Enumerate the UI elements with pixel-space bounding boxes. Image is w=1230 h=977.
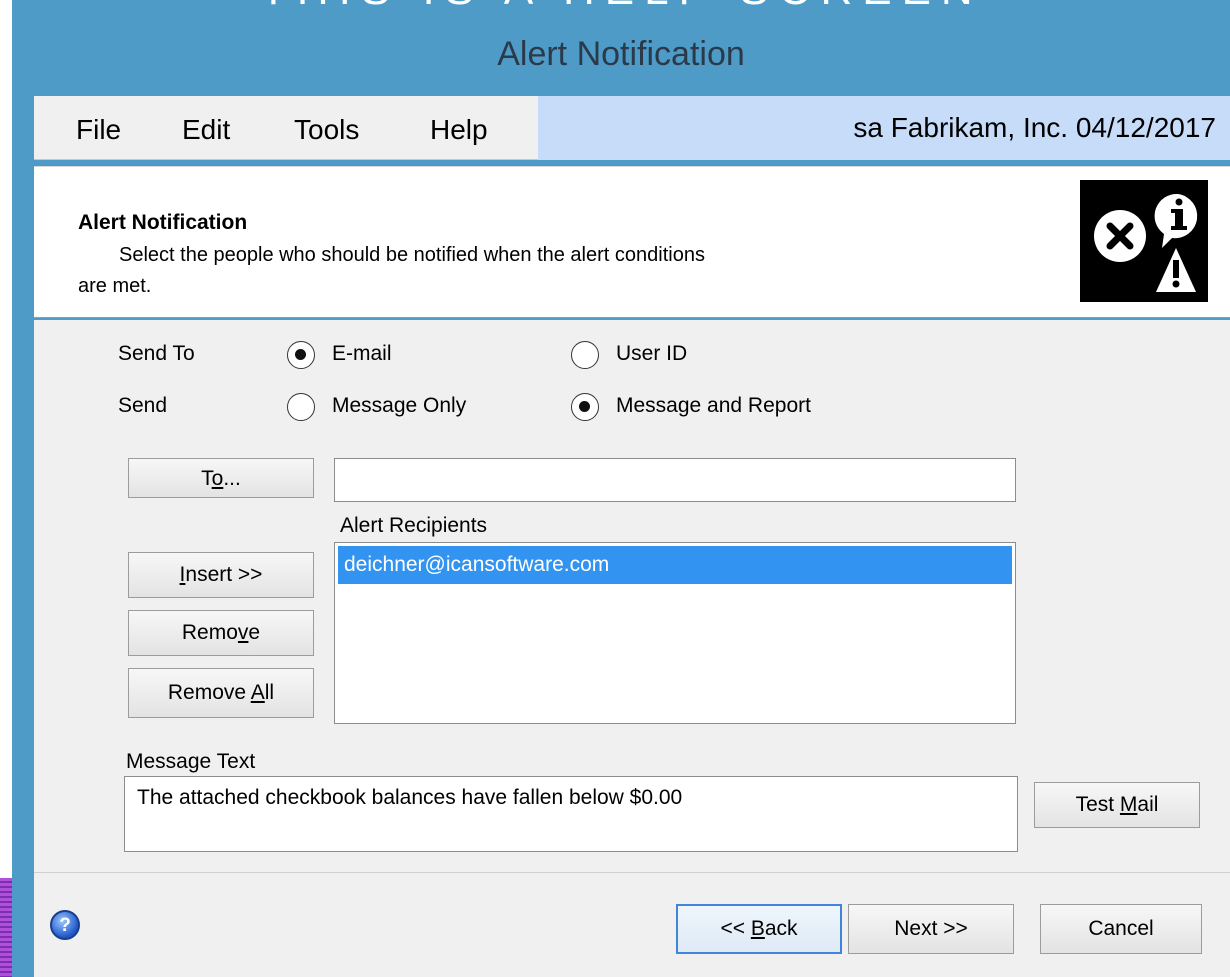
email-radio[interactable]: [287, 341, 315, 369]
message-text-field[interactable]: The attached checkbook balances have fal…: [124, 776, 1018, 852]
user-company-date: sa Fabrikam, Inc. 04/12/2017: [853, 112, 1216, 143]
header-description: Select the people who should be notified…: [78, 240, 878, 308]
message-only-radio[interactable]: [287, 393, 315, 421]
header-description-line2: are met.: [78, 275, 152, 297]
remove-button[interactable]: Remove: [128, 610, 314, 656]
next-button[interactable]: Next >>: [848, 904, 1014, 954]
menu-help[interactable]: Help: [430, 112, 510, 148]
window-title: Alert Notification: [497, 35, 745, 73]
to-button[interactable]: To...: [128, 458, 314, 498]
menu-file[interactable]: File: [76, 112, 126, 148]
send-to-label: Send To: [118, 342, 195, 365]
alert-error-info-warning-icon: [1080, 180, 1208, 302]
user-id-radio[interactable]: [571, 341, 599, 369]
remove-all-button[interactable]: Remove All: [128, 668, 314, 718]
cancel-button[interactable]: Cancel: [1040, 904, 1202, 954]
test-mail-button[interactable]: Test Mail: [1034, 782, 1200, 828]
send-label: Send: [118, 394, 168, 417]
alert-recipients-label: Alert Recipients: [340, 514, 488, 537]
help-question-icon[interactable]: ?: [50, 910, 80, 940]
message-text-label: Message Text: [126, 750, 256, 773]
menu-edit[interactable]: Edit: [182, 112, 246, 148]
to-input[interactable]: [334, 458, 1016, 502]
insert-button[interactable]: Insert >>: [128, 552, 314, 598]
back-button[interactable]: << Back: [676, 904, 842, 954]
header-title: Alert Notification: [78, 211, 248, 234]
overlay-banner-text: THIS IS A HELP SCREEN: [260, 0, 1020, 12]
message-and-report-radio-label: Message and Report: [616, 394, 811, 417]
menu-tools[interactable]: Tools: [294, 112, 384, 148]
side-stripe: [0, 878, 12, 977]
email-radio-label: E-mail: [332, 342, 392, 365]
message-only-radio-label: Message Only: [332, 394, 467, 417]
header-description-line1: Select the people who should be notified…: [119, 244, 705, 266]
list-item[interactable]: deichner@icansoftware.com: [338, 546, 1012, 584]
user-id-radio-label: User ID: [616, 342, 688, 365]
message-and-report-radio[interactable]: [571, 393, 599, 421]
